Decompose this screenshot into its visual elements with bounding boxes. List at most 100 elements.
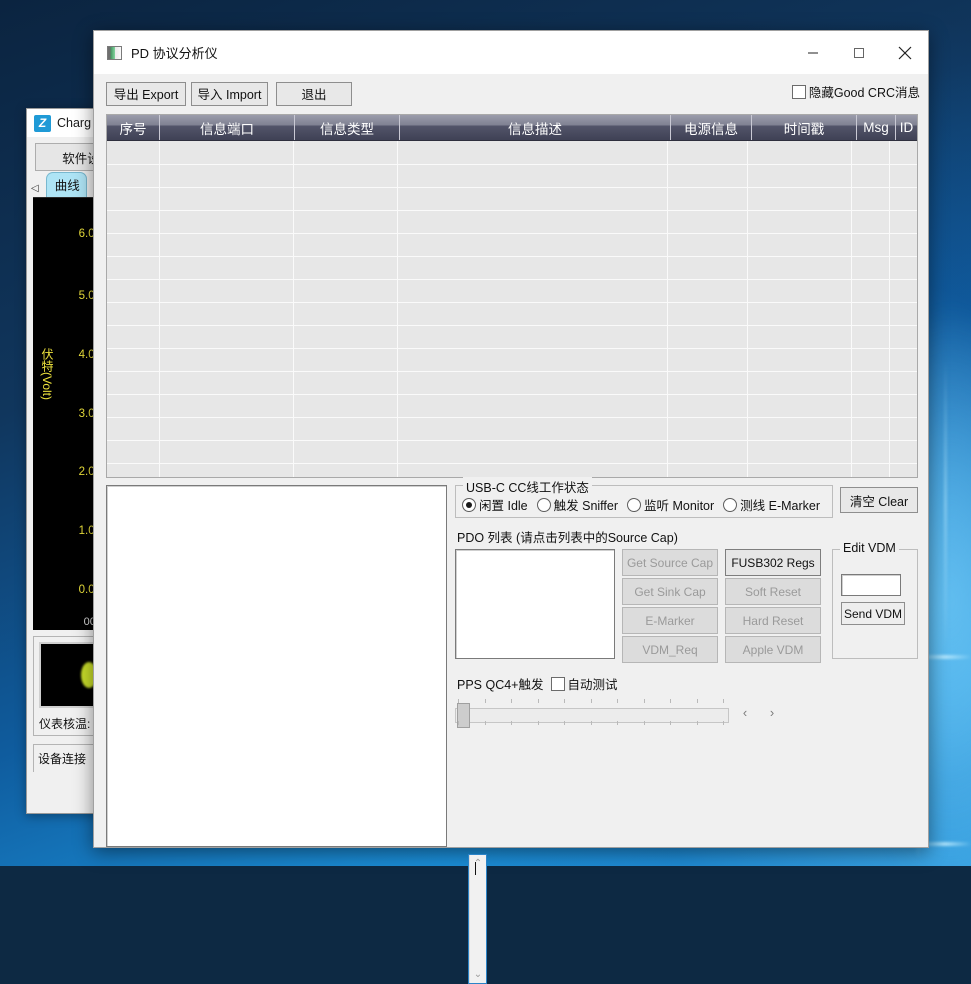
cc-mode-monitor[interactable]: 监听 Monitor (627, 495, 714, 514)
log-textarea[interactable]: ⌃ ⌄ (468, 854, 487, 984)
slider-tick (591, 721, 592, 725)
column-header[interactable]: ID (896, 115, 917, 140)
column-header[interactable]: 电源信息 (671, 115, 752, 140)
message-table-header: 序号信息端口信息类型信息描述电源信息时间戳MsgID (107, 115, 917, 141)
grid-line (107, 256, 917, 257)
wallpaper-light-streak (944, 360, 947, 650)
pd-toolbar: 导出 Export 导入 Import 退出 隐藏Good CRC消息 (94, 74, 928, 109)
grid-line (293, 141, 294, 477)
grid-line (397, 141, 398, 477)
grid-line (107, 279, 917, 280)
clear-button[interactable]: 清空 Clear (840, 487, 918, 513)
pdo-row: Get Source Cap Get Sink Cap E-Marker VDM… (455, 549, 918, 663)
soft-reset-button[interactable]: Soft Reset (725, 578, 821, 605)
slider-prev-icon[interactable]: ‹ (736, 705, 754, 720)
cc-mode-idle[interactable]: 闲置 Idle (462, 495, 528, 514)
grid-line (107, 210, 917, 211)
export-button[interactable]: 导出 Export (106, 82, 186, 106)
message-table-body[interactable] (107, 141, 917, 477)
auto-test-label: 自动测试 (568, 674, 618, 693)
cc-mode-emarker[interactable]: 测线 E-Marker (723, 495, 820, 514)
column-header[interactable]: 信息描述 (400, 115, 671, 140)
pd-window-title: PD 协议分析仪 (131, 43, 218, 62)
pps-slider[interactable] (455, 697, 727, 727)
e-marker-button[interactable]: E-Marker (622, 607, 718, 634)
slider-tick (511, 699, 512, 703)
column-header[interactable]: 信息类型 (295, 115, 400, 140)
pps-row: PPS QC4+触发 自动测试 (457, 674, 918, 693)
checkbox-box (551, 677, 565, 691)
pd-analyzer-window[interactable]: PD 协议分析仪 导出 Export 导入 Import 退出 隐藏Good C… (93, 30, 929, 848)
grid-line (107, 417, 917, 418)
slider-tick (723, 721, 724, 725)
column-header[interactable]: 信息端口 (160, 115, 295, 140)
chargerlab-logo-icon: Z (34, 115, 51, 132)
cc-mode-sniffer[interactable]: 触发 Sniffer (537, 495, 618, 514)
grid-line (851, 141, 852, 477)
slider-tick (644, 699, 645, 703)
message-detail-pane[interactable] (106, 485, 447, 847)
pd-controls-pane: USB-C CC线工作状态 闲置 Idle 触发 Sniffer (455, 485, 918, 847)
slider-tick (564, 721, 565, 725)
send-vdm-button[interactable]: Send VDM (841, 602, 905, 625)
column-header[interactable]: 序号 (107, 115, 160, 140)
pd-bottom-spacer (106, 847, 468, 984)
fusb302-regs-button[interactable]: FUSB302 Regs (725, 549, 821, 576)
pdo-list[interactable] (455, 549, 615, 659)
device-connection-status: 设备连接 (33, 744, 101, 772)
slider-tick (538, 699, 539, 703)
hard-reset-button[interactable]: Hard Reset (725, 607, 821, 634)
grid-line (107, 394, 917, 395)
meter-panel: 仪表核温: (33, 636, 101, 736)
cc-status-group: USB-C CC线工作状态 闲置 Idle 触发 Sniffer (455, 485, 833, 518)
grid-line (107, 371, 917, 372)
slider-tick (617, 699, 618, 703)
edit-vdm-group-title: Edit VDM (840, 541, 899, 555)
vdm-req-button[interactable]: VDM_Req (622, 636, 718, 663)
cc-status-group-title: USB-C CC线工作状态 (463, 477, 592, 496)
get-source-cap-button[interactable]: Get Source Cap (622, 549, 718, 576)
maximize-icon[interactable] (836, 31, 882, 74)
quit-button[interactable]: 退出 (276, 82, 352, 106)
slider-tick (670, 699, 671, 703)
radio-indicator (723, 498, 737, 512)
apple-vdm-button[interactable]: Apple VDM (725, 636, 821, 663)
slider-tick (617, 721, 618, 725)
slider-tick (485, 699, 486, 703)
auto-test-checkbox[interactable]: 自动测试 (551, 674, 618, 693)
hide-good-crc-checkbox[interactable]: 隐藏Good CRC消息 (792, 82, 920, 101)
vdm-input[interactable] (841, 574, 901, 596)
slider-tick (564, 699, 565, 703)
grid-line (107, 463, 917, 464)
column-header[interactable]: 时间戳 (752, 115, 857, 140)
import-button[interactable]: 导入 Import (191, 82, 268, 106)
chart-y-axis-label: 伏特(Volt) (39, 348, 56, 400)
slider-tick (670, 721, 671, 725)
pps-label: PPS QC4+触发 (457, 674, 544, 693)
grid-line (747, 141, 748, 477)
slider-next-icon[interactable]: › (763, 705, 781, 720)
get-sink-cap-button[interactable]: Get Sink Cap (622, 578, 718, 605)
tab-scroll-left-icon[interactable]: ◁ (31, 183, 43, 197)
log-scrollbar[interactable]: ⌃ ⌄ (469, 855, 486, 983)
slider-tick (458, 721, 459, 725)
pps-slider-row: ‹ › (455, 697, 918, 727)
meter-core-temp-label: 仪表核温: (39, 708, 95, 732)
column-header[interactable]: Msg (857, 115, 896, 140)
grid-line (667, 141, 668, 477)
command-column-right: FUSB302 Regs Soft Reset Hard Reset Apple… (725, 549, 821, 663)
slider-tick (644, 721, 645, 725)
pd-window-titlebar[interactable]: PD 协议分析仪 (94, 31, 928, 74)
text-caret (475, 862, 476, 875)
slider-ticks-top (458, 699, 724, 703)
minimize-icon[interactable] (790, 31, 836, 74)
radio-indicator (537, 498, 551, 512)
message-table[interactable]: 序号信息端口信息类型信息描述电源信息时间戳MsgID (106, 114, 918, 478)
slider-tick (591, 699, 592, 703)
slider-tick (538, 721, 539, 725)
scroll-down-icon[interactable]: ⌄ (474, 969, 482, 980)
grid-line (107, 187, 917, 188)
grid-line (107, 348, 917, 349)
close-icon[interactable] (882, 31, 928, 74)
tab-curve[interactable]: 曲线 (46, 172, 87, 197)
